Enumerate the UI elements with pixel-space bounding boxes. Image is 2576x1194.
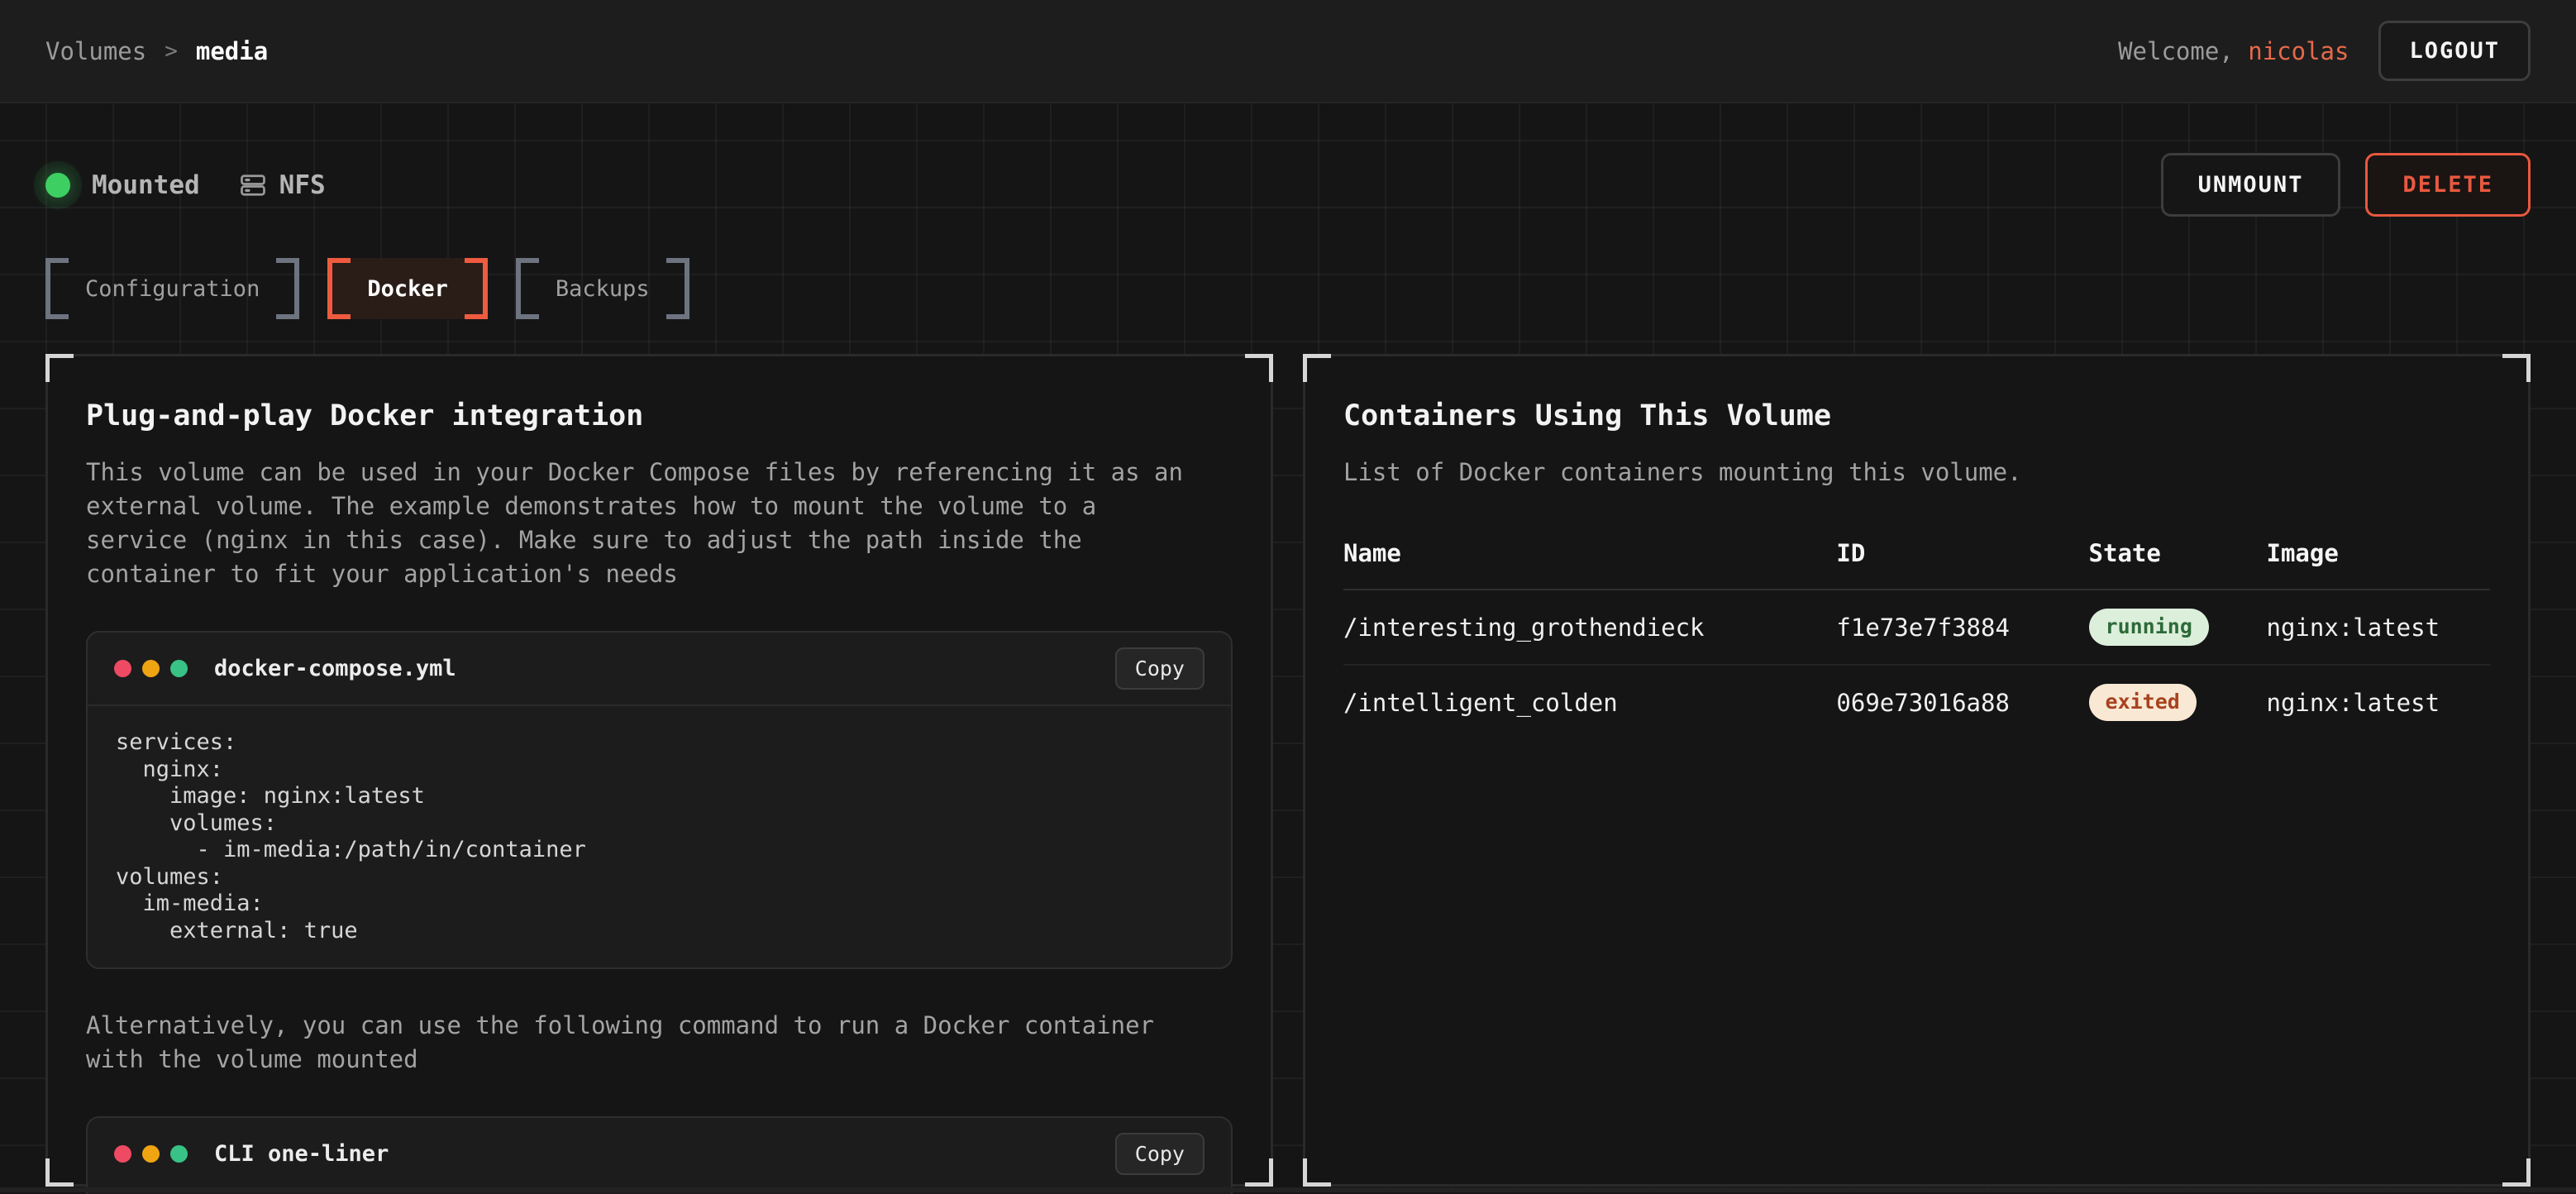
- content-area: Mounted NFS UNMOUNT DELETE Configuration…: [0, 103, 2576, 1192]
- traffic-light-green-icon: [170, 660, 188, 677]
- user-area: Welcome, nicolas LOGOUT: [2118, 21, 2531, 81]
- tab-docker[interactable]: Docker: [327, 258, 488, 319]
- welcome-text: Welcome, nicolas: [2118, 37, 2349, 65]
- volume-actions: UNMOUNT DELETE: [2161, 153, 2531, 217]
- server-stack-icon: [238, 170, 268, 200]
- panel-corner-bracket: [2502, 354, 2531, 382]
- containers-panel-title: Containers Using This Volume: [1343, 399, 2490, 432]
- breadcrumb-current-volume: media: [196, 37, 268, 65]
- compose-filename: docker-compose.yml: [214, 656, 456, 681]
- traffic-light-green-icon: [170, 1145, 188, 1163]
- breadcrumb-separator: >: [165, 39, 178, 64]
- breadcrumb: Volumes > media: [45, 37, 268, 65]
- traffic-light-red-icon: [114, 1145, 131, 1163]
- tab-backups[interactable]: Backups: [516, 258, 689, 319]
- tab-bar: Configuration Docker Backups: [0, 217, 2576, 319]
- top-bar: Volumes > media Welcome, nicolas LOGOUT: [0, 0, 2576, 103]
- username: nicolas: [2248, 37, 2349, 65]
- docker-integration-panel: Plug-and-play Docker integration This vo…: [45, 354, 1273, 1187]
- panel-corner-bracket: [1245, 354, 1273, 382]
- breadcrumb-volumes-link[interactable]: Volumes: [45, 37, 146, 65]
- status-row: Mounted NFS UNMOUNT DELETE: [0, 103, 2576, 217]
- container-name: /interesting_grothendieck: [1343, 614, 1836, 642]
- traffic-light-amber-icon: [142, 1145, 160, 1163]
- filesystem-type-label: NFS: [279, 170, 326, 200]
- containers-table-header: Name ID State Image: [1343, 539, 2490, 590]
- column-header-image: Image: [2267, 539, 2490, 567]
- docker-panel-description: This volume can be used in your Docker C…: [86, 456, 1210, 591]
- volume-status: Mounted NFS: [45, 170, 326, 200]
- compose-copy-button[interactable]: Copy: [1115, 647, 1205, 690]
- panel-corner-bracket: [45, 1158, 74, 1187]
- mounted-status-label: Mounted: [92, 170, 200, 200]
- traffic-light-amber-icon: [142, 660, 160, 677]
- container-name: /intelligent_colden: [1343, 689, 1836, 717]
- status-badge-running: running: [2089, 609, 2209, 646]
- panel-corner-bracket: [1245, 1158, 1273, 1187]
- container-id: f1e73e7f3884: [1836, 614, 2088, 642]
- containers-panel-subtitle: List of Docker containers mounting this …: [1343, 456, 2468, 490]
- bottom-edge-sliver: [0, 1187, 2576, 1192]
- container-state: running: [2089, 609, 2267, 646]
- panel-corner-bracket: [2502, 1158, 2531, 1187]
- cli-alternative-text: Alternatively, you can use the following…: [86, 1009, 1210, 1077]
- docker-panel-title: Plug-and-play Docker integration: [86, 399, 1233, 432]
- cli-code-block: CLI one-liner Copy docker run -v im-medi…: [86, 1116, 1233, 1194]
- terminal-traffic-lights: [114, 1145, 188, 1163]
- panel-corner-bracket: [1303, 354, 1331, 382]
- containers-panel: Containers Using This Volume List of Doc…: [1303, 354, 2531, 1187]
- column-header-state: State: [2089, 539, 2267, 567]
- mounted-status-dot-icon: [45, 173, 70, 198]
- containers-table: Name ID State Image /interesting_grothen…: [1343, 539, 2490, 739]
- logout-button[interactable]: LOGOUT: [2378, 21, 2531, 81]
- panel-corner-bracket: [45, 354, 74, 382]
- welcome-prefix: Welcome,: [2118, 37, 2234, 65]
- container-image: nginx:latest: [2267, 689, 2490, 717]
- cli-copy-button[interactable]: Copy: [1115, 1133, 1205, 1175]
- tab-configuration[interactable]: Configuration: [45, 258, 299, 319]
- cli-code-header: CLI one-liner Copy: [88, 1118, 1231, 1192]
- status-badge-exited: exited: [2089, 684, 2197, 721]
- column-header-id: ID: [1836, 539, 2088, 567]
- terminal-traffic-lights: [114, 660, 188, 677]
- panel-corner-bracket: [1303, 1158, 1331, 1187]
- container-row: /intelligent_colden 069e73016a88 exited …: [1343, 664, 2490, 739]
- unmount-button[interactable]: UNMOUNT: [2161, 153, 2341, 217]
- column-header-name: Name: [1343, 539, 1836, 567]
- cli-block-title: CLI one-liner: [214, 1141, 389, 1167]
- traffic-light-red-icon: [114, 660, 131, 677]
- panels-row: Plug-and-play Docker integration This vo…: [0, 319, 2576, 1187]
- container-row: /interesting_grothendieck f1e73e7f3884 r…: [1343, 590, 2490, 664]
- container-image: nginx:latest: [2267, 614, 2490, 642]
- container-id: 069e73016a88: [1836, 689, 2088, 717]
- delete-button[interactable]: DELETE: [2365, 153, 2531, 217]
- compose-code-content: services: nginx: image: nginx:latest vol…: [88, 706, 1231, 967]
- compose-code-header: docker-compose.yml Copy: [88, 633, 1231, 706]
- container-state: exited: [2089, 684, 2267, 721]
- compose-code-block: docker-compose.yml Copy services: nginx:…: [86, 631, 1233, 969]
